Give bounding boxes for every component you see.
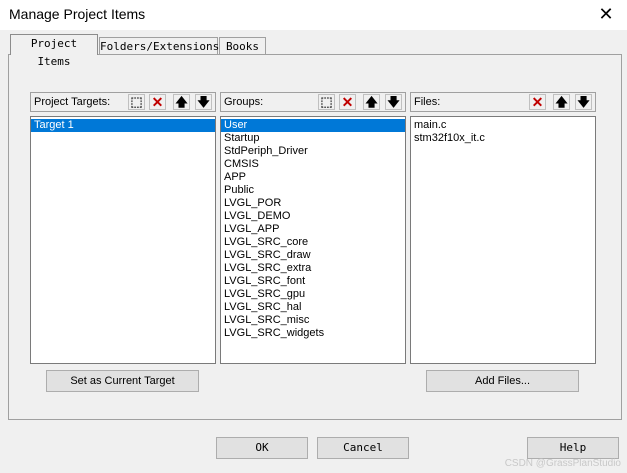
add-files-button[interactable]: Add Files... <box>426 370 579 392</box>
group-list-item[interactable]: Public <box>221 184 405 197</box>
cancel-button[interactable]: Cancel <box>317 437 409 459</box>
group-list-item[interactable]: LVGL_SRC_widgets <box>221 327 405 340</box>
project-targets-list[interactable]: Target 1 <box>30 116 216 364</box>
files-label: Files: <box>414 96 441 108</box>
tab-books[interactable]: Books <box>219 37 266 55</box>
dialog-title: Manage Project Items <box>9 6 146 22</box>
move-down-icon[interactable]: 🡇 <box>575 94 592 110</box>
project-targets-label: Project Targets: <box>34 96 111 108</box>
groups-panel: Groups: ⬚ ✕ 🡅 🡇 User Startup StdPeriph_Dri… <box>220 92 406 364</box>
ok-button[interactable]: OK <box>216 437 308 459</box>
group-list-item[interactable]: CMSIS <box>221 158 405 171</box>
group-list-item[interactable]: StdPeriph_Driver <box>221 145 405 158</box>
tab-project-items[interactable]: Project Items <box>10 34 98 68</box>
tab-label: Project Items <box>30 37 78 68</box>
move-down-icon[interactable]: 🡇 <box>385 94 402 110</box>
tab-folders-extensions[interactable]: Folders/Extensions <box>99 37 220 55</box>
file-list-item[interactable]: main.c <box>411 119 595 132</box>
files-header: Files: ✕ 🡅 🡇 <box>410 92 596 112</box>
new-icon[interactable]: ⬚ <box>128 94 145 110</box>
move-up-icon[interactable]: 🡅 <box>553 94 570 110</box>
delete-icon[interactable]: ✕ <box>339 94 356 110</box>
targets-list-items: Target 1 <box>31 117 215 132</box>
files-list-items: main.c stm32f10x_it.c <box>411 117 595 145</box>
tab-label: Folders/Extensions <box>100 40 220 53</box>
tab-label: Books <box>225 40 260 53</box>
delete-icon[interactable]: ✕ <box>529 94 546 110</box>
group-list-item[interactable]: LVGL_SRC_font <box>221 275 405 288</box>
close-icon[interactable]: ✕ <box>595 3 617 25</box>
group-list-item[interactable]: LVGL_APP <box>221 223 405 236</box>
groups-label: Groups: <box>224 96 264 108</box>
files-list[interactable]: main.c stm32f10x_it.c <box>410 116 596 364</box>
groups-list[interactable]: User Startup StdPeriph_Driver CMSIS APP Publi… <box>220 116 406 364</box>
set-current-target-button[interactable]: Set as Current Target <box>46 370 199 392</box>
file-list-item[interactable]: stm32f10x_it.c <box>411 132 595 145</box>
move-up-icon[interactable]: 🡅 <box>173 94 190 110</box>
move-up-icon[interactable]: 🡅 <box>363 94 380 110</box>
groups-list-items: User Startup StdPeriph_Driver CMSIS APP Publi… <box>221 117 405 340</box>
groups-header: Groups: ⬚ ✕ 🡅 🡇 <box>220 92 406 112</box>
files-panel: Files: ✕ 🡅 🡇 main.c stm32f10x_it.c <box>410 92 596 364</box>
project-targets-panel: Project Targets: ⬚ ✕ 🡅 🡇 Target 1 <box>30 92 216 364</box>
watermark: CSDN @GrassPlanStudio <box>504 458 621 469</box>
manage-project-items-dialog: Manage Project Items ✕ Project Items Fol… <box>0 0 627 473</box>
delete-icon[interactable]: ✕ <box>149 94 166 110</box>
move-down-icon[interactable]: 🡇 <box>195 94 212 110</box>
new-icon[interactable]: ⬚ <box>318 94 335 110</box>
group-list-item[interactable]: LVGL_SRC_extra <box>221 262 405 275</box>
group-list-item[interactable]: LVGL_SRC_hal <box>221 301 405 314</box>
target-list-item[interactable]: Target 1 <box>31 119 215 132</box>
help-button[interactable]: Help <box>527 437 619 459</box>
project-targets-header: Project Targets: ⬚ ✕ 🡅 🡇 <box>30 92 216 112</box>
title-bar: Manage Project Items ✕ <box>0 0 627 30</box>
group-list-item[interactable]: LVGL_DEMO <box>221 210 405 223</box>
group-list-item[interactable]: User <box>221 119 405 132</box>
group-list-item[interactable]: LVGL_SRC_gpu <box>221 288 405 301</box>
group-list-item[interactable]: LVGL_SRC_core <box>221 236 405 249</box>
group-list-item[interactable]: APP <box>221 171 405 184</box>
group-list-item[interactable]: LVGL_SRC_draw <box>221 249 405 262</box>
group-list-item[interactable]: LVGL_POR <box>221 197 405 210</box>
group-list-item[interactable]: LVGL_SRC_misc <box>221 314 405 327</box>
group-list-item[interactable]: Startup <box>221 132 405 145</box>
